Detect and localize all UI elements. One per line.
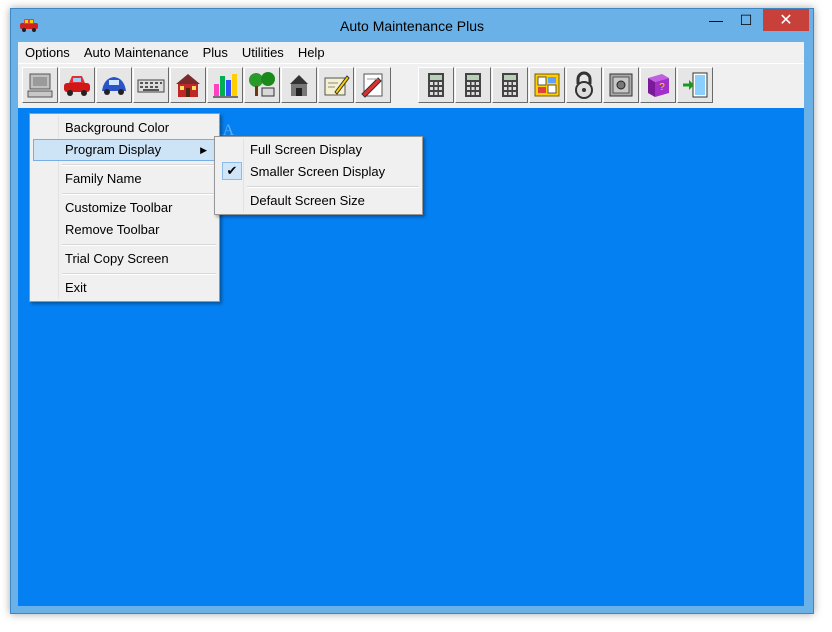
menu-options[interactable]: Options: [18, 42, 77, 63]
sign-pad-icon[interactable]: [318, 67, 354, 103]
help-book-icon[interactable]: ?: [640, 67, 676, 103]
close-button[interactable]: ✕: [763, 9, 809, 31]
pencil-document-icon[interactable]: [355, 67, 391, 103]
svg-text:?: ?: [659, 82, 665, 93]
menu-item-label: Smaller Screen Display: [250, 164, 386, 179]
menu-item-full-screen-display[interactable]: Full Screen Display: [218, 139, 419, 161]
menu-item-label: Program Display: [65, 142, 162, 157]
menu-item-remove-toolbar[interactable]: Remove Toolbar: [33, 219, 216, 241]
safe-icon[interactable]: [603, 67, 639, 103]
title-bar[interactable]: Auto Maintenance Plus — ☐ ✕: [11, 9, 813, 43]
red-car-icon[interactable]: [59, 67, 95, 103]
checkmark-icon: ✔: [222, 162, 242, 180]
window-title: Auto Maintenance Plus: [340, 18, 484, 34]
computer-icon[interactable]: [22, 67, 58, 103]
padlock-icon[interactable]: [566, 67, 602, 103]
house-icon[interactable]: [170, 67, 206, 103]
minimize-button[interactable]: —: [703, 9, 729, 31]
menu-item-exit[interactable]: Exit: [33, 277, 216, 299]
menu-item-program-display[interactable]: Program Display ▶: [33, 139, 216, 161]
program-display-submenu: Full Screen Display ✔ Smaller Screen Dis…: [214, 136, 423, 215]
blue-beetle-icon[interactable]: [96, 67, 132, 103]
options-menu-dropdown: Background Color Program Display ▶ Famil…: [29, 113, 220, 302]
calculator-3-icon[interactable]: [492, 67, 528, 103]
picture-board-icon[interactable]: [529, 67, 565, 103]
maximize-button[interactable]: ☐: [733, 9, 759, 31]
menu-separator: [247, 186, 419, 188]
menu-item-family-name[interactable]: Family Name: [33, 168, 216, 190]
menu-separator: [62, 273, 216, 275]
calculator-1-icon[interactable]: [418, 67, 454, 103]
calculator-2-icon[interactable]: [455, 67, 491, 103]
tree-sign-icon[interactable]: [244, 67, 280, 103]
submenu-arrow-icon: ▶: [200, 145, 207, 155]
menu-item-background-color[interactable]: Background Color: [33, 117, 216, 139]
menu-item-smaller-screen-display[interactable]: ✔ Smaller Screen Display: [218, 161, 419, 183]
exit-door-icon[interactable]: [677, 67, 713, 103]
menu-plus[interactable]: Plus: [196, 42, 235, 63]
menu-auto-maintenance[interactable]: Auto Maintenance: [77, 42, 196, 63]
keyboard-icon[interactable]: [133, 67, 169, 103]
menu-item-trial-copy-screen[interactable]: Trial Copy Screen: [33, 248, 216, 270]
menu-item-default-screen-size[interactable]: Default Screen Size: [218, 190, 419, 212]
toolbar: ?: [18, 63, 804, 109]
menu-separator: [62, 244, 216, 246]
mailbox-icon[interactable]: [281, 67, 317, 103]
menu-help[interactable]: Help: [291, 42, 332, 63]
menu-item-customize-toolbar[interactable]: Customize Toolbar: [33, 197, 216, 219]
menu-separator: [62, 193, 216, 195]
menu-utilities[interactable]: Utilities: [235, 42, 291, 63]
menu-bar: Options Auto Maintenance Plus Utilities …: [18, 42, 804, 63]
bar-chart-icon[interactable]: [207, 67, 243, 103]
menu-separator: [62, 164, 216, 166]
